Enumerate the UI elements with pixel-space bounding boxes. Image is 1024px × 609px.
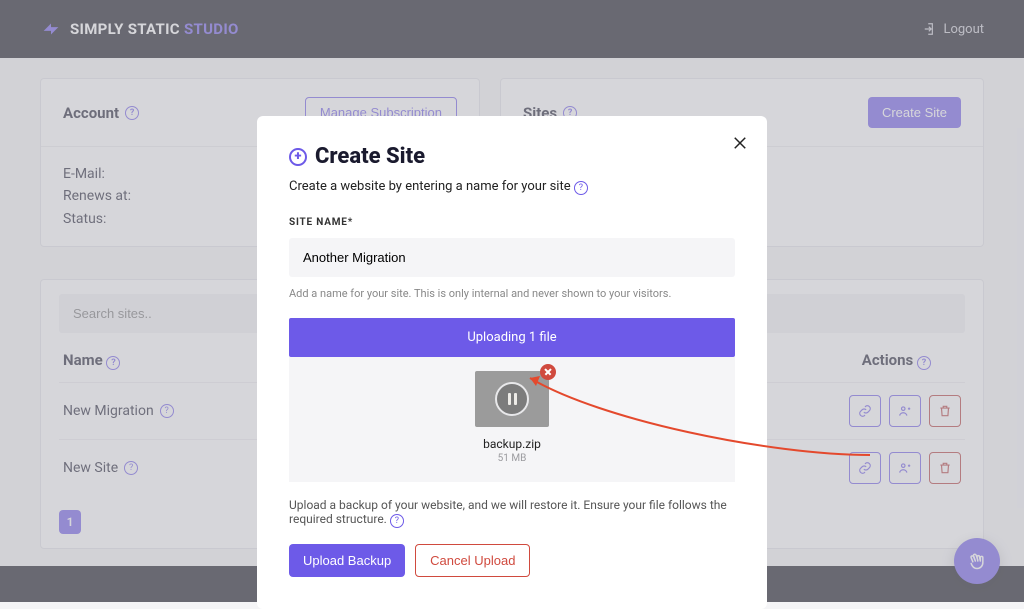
create-site-modal: + Create Site Create a website by enteri… <box>257 116 767 609</box>
file-name: backup.zip <box>289 437 735 451</box>
remove-file-button[interactable] <box>540 364 556 380</box>
upload-backup-button[interactable]: Upload Backup <box>289 544 405 577</box>
modal-subtitle: Create a website by entering a name for … <box>289 179 735 195</box>
help-icon[interactable]: ? <box>574 181 588 195</box>
cancel-upload-button[interactable]: Cancel Upload <box>415 544 530 577</box>
plus-circle-icon: + <box>289 148 307 166</box>
upload-dropzone[interactable]: backup.zip 51 MB <box>289 357 735 482</box>
close-button[interactable] <box>731 134 749 156</box>
pause-icon <box>508 393 517 405</box>
file-size: 51 MB <box>289 453 735 464</box>
close-icon <box>731 134 749 152</box>
upload-hint: Upload a backup of your website, and we … <box>289 498 735 528</box>
upload-status-banner: Uploading 1 file <box>289 318 735 357</box>
help-icon[interactable]: ? <box>390 514 404 528</box>
site-name-label: SITE NAME* <box>289 217 735 228</box>
site-name-input[interactable] <box>289 238 735 277</box>
modal-overlay[interactable]: + Create Site Create a website by enteri… <box>0 0 1024 602</box>
site-name-hint: Add a name for your site. This is only i… <box>289 287 735 300</box>
modal-title: + Create Site <box>289 144 735 169</box>
file-thumbnail <box>475 371 549 427</box>
pause-upload-button[interactable] <box>495 382 529 416</box>
